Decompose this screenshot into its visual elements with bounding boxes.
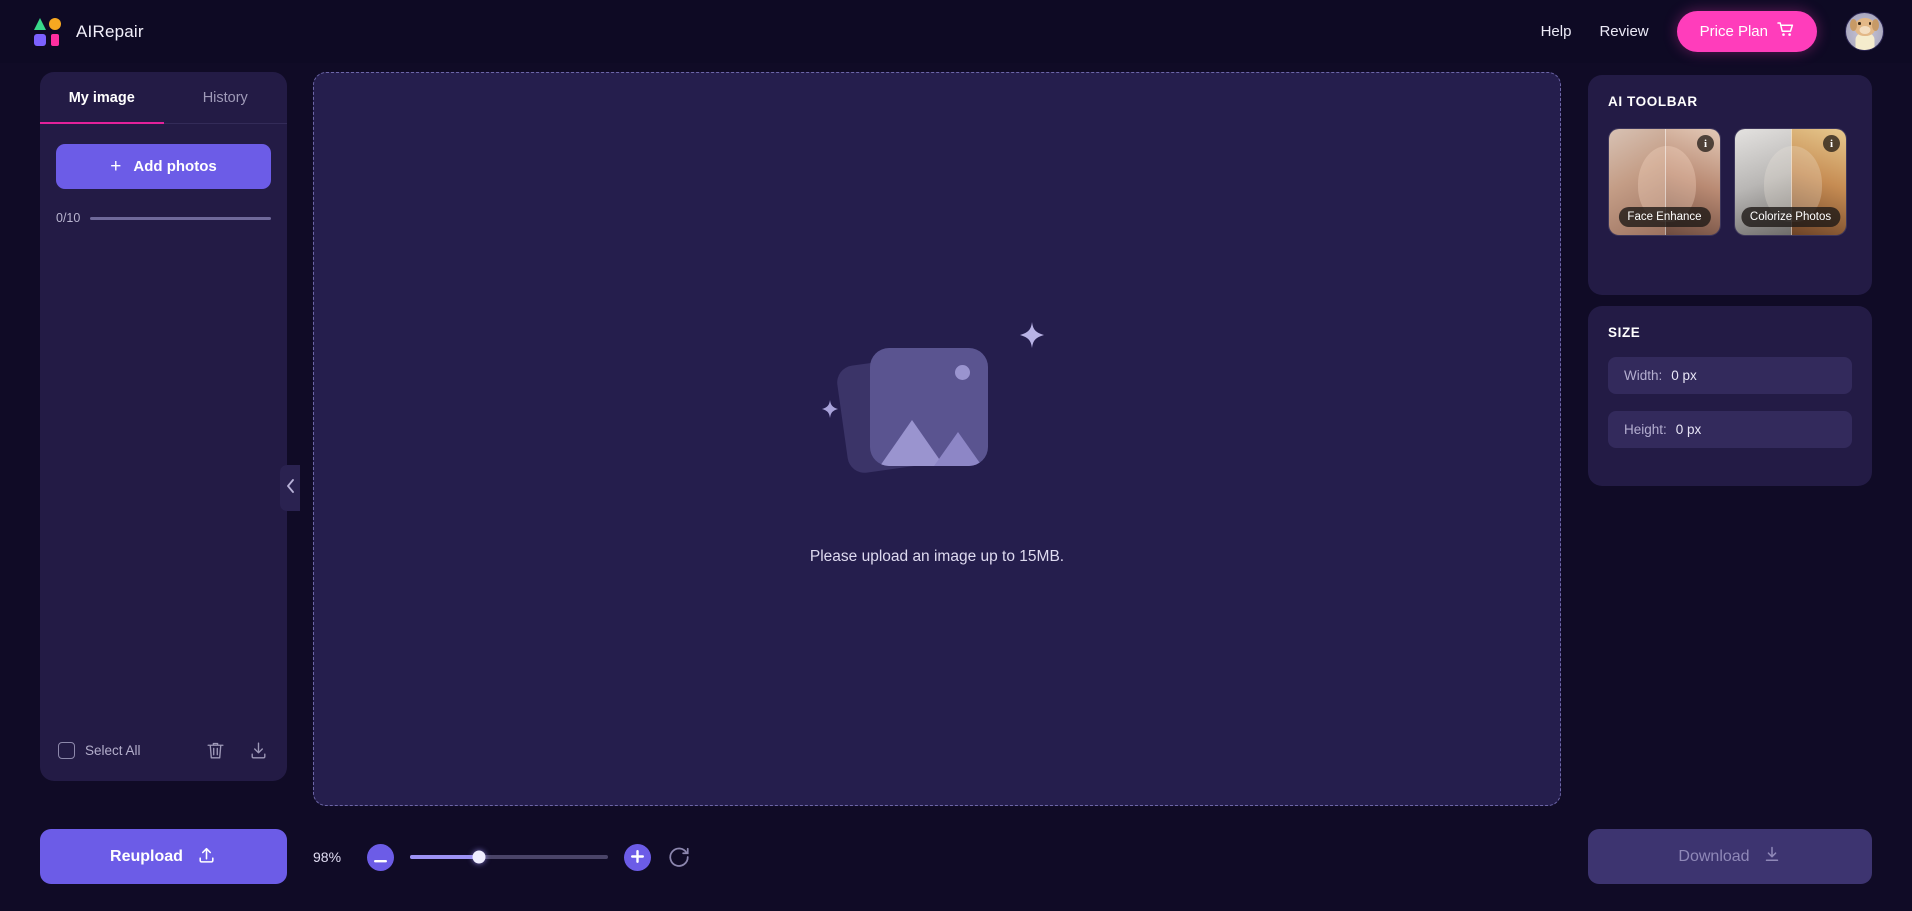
- minus-icon: [374, 849, 387, 866]
- reset-rotate-icon[interactable]: [667, 845, 691, 869]
- width-label: Width:: [1624, 368, 1663, 383]
- zoom-out-button[interactable]: [367, 843, 394, 871]
- sidebar-footer-icons: [205, 740, 269, 761]
- nav-link-help[interactable]: Help: [1541, 23, 1572, 40]
- height-field[interactable]: Height: 0 px: [1608, 411, 1852, 448]
- price-plan-button[interactable]: Price Plan: [1676, 11, 1817, 52]
- size-panel: SIZE Width: 0 px Height: 0 px: [1588, 306, 1872, 486]
- upload-counter: 0/10: [56, 211, 271, 225]
- ai-tool-label: Face Enhance: [1618, 207, 1711, 227]
- download-icon[interactable]: [248, 740, 269, 761]
- zoom-slider-thumb[interactable]: [472, 850, 486, 864]
- download-icon: [1762, 844, 1782, 869]
- tab-my-image[interactable]: My image: [40, 72, 164, 124]
- image-canvas-dropzone[interactable]: Please upload an image up to 15MB.: [313, 72, 1561, 806]
- brand-name: AIRepair: [76, 21, 144, 41]
- uploaded-image-list: [40, 242, 287, 711]
- image-placeholder-icon: [822, 312, 1052, 502]
- reupload-button[interactable]: Reupload: [40, 829, 287, 884]
- zoom-toolbar: 98%: [313, 829, 691, 885]
- nav-link-review[interactable]: Review: [1599, 23, 1648, 40]
- download-label: Download: [1678, 847, 1750, 865]
- plus-icon: +: [110, 156, 122, 177]
- sidebar-footer: Select All: [40, 719, 287, 781]
- logo-blocks-icon: [34, 17, 62, 46]
- ai-tool-label: Colorize Photos: [1740, 207, 1841, 227]
- upload-icon: [196, 844, 217, 870]
- zoom-percent-label: 98%: [313, 849, 342, 865]
- sparkle-icon: [1020, 322, 1044, 353]
- ai-toolbar-panel: AI TOOLBAR i Face Enhance i Colorize Pho…: [1588, 75, 1872, 295]
- add-photos-label: Add photos: [133, 158, 217, 175]
- add-photos-button[interactable]: + Add photos: [56, 144, 271, 189]
- sparkle-icon-small: [822, 400, 838, 423]
- height-value: 0 px: [1675, 422, 1702, 437]
- cart-icon: [1777, 22, 1794, 41]
- sidebar-collapse-handle[interactable]: [280, 465, 300, 511]
- download-button[interactable]: Download: [1588, 829, 1872, 884]
- size-panel-title: SIZE: [1608, 325, 1641, 340]
- info-icon[interactable]: i: [1823, 135, 1840, 152]
- tab-history[interactable]: History: [164, 72, 288, 123]
- price-plan-label: Price Plan: [1699, 23, 1768, 40]
- chevron-left-icon: [286, 478, 295, 498]
- height-label: Height:: [1624, 422, 1667, 437]
- ai-tool-list: i Face Enhance i Colorize Photos: [1608, 128, 1852, 236]
- ai-tool-colorize-photos[interactable]: i Colorize Photos: [1734, 128, 1847, 236]
- user-avatar-dog[interactable]: [1845, 12, 1884, 51]
- zoom-slider-fill: [410, 854, 480, 860]
- brand[interactable]: AIRepair: [34, 17, 144, 46]
- header-actions: Help Review Price Plan: [1541, 11, 1884, 52]
- ai-toolbar-title: AI TOOLBAR: [1608, 94, 1698, 109]
- select-all-checkbox[interactable]: [58, 741, 75, 759]
- app-root: AIRepair Help Review Price Plan My image…: [0, 0, 1912, 911]
- trash-icon[interactable]: [205, 740, 226, 761]
- info-icon[interactable]: i: [1697, 135, 1714, 152]
- select-all-label[interactable]: Select All: [85, 743, 141, 758]
- sidebar-tabs: My image History: [40, 72, 287, 124]
- app-header: AIRepair Help Review Price Plan: [0, 0, 1912, 63]
- ai-tool-face-enhance[interactable]: i Face Enhance: [1608, 128, 1721, 236]
- reupload-label: Reupload: [110, 847, 183, 865]
- zoom-in-button[interactable]: [624, 843, 651, 871]
- width-field[interactable]: Width: 0 px: [1608, 357, 1852, 394]
- upload-counter-track: [90, 216, 271, 220]
- canvas-upload-message: Please upload an image up to 15MB.: [809, 548, 1065, 565]
- zoom-slider[interactable]: [410, 850, 608, 864]
- plus-icon: [631, 849, 644, 866]
- width-value: 0 px: [1671, 368, 1697, 383]
- upload-counter-label: 0/10: [56, 211, 81, 225]
- left-sidebar: My image History + Add photos 0/10 Selec…: [40, 72, 287, 781]
